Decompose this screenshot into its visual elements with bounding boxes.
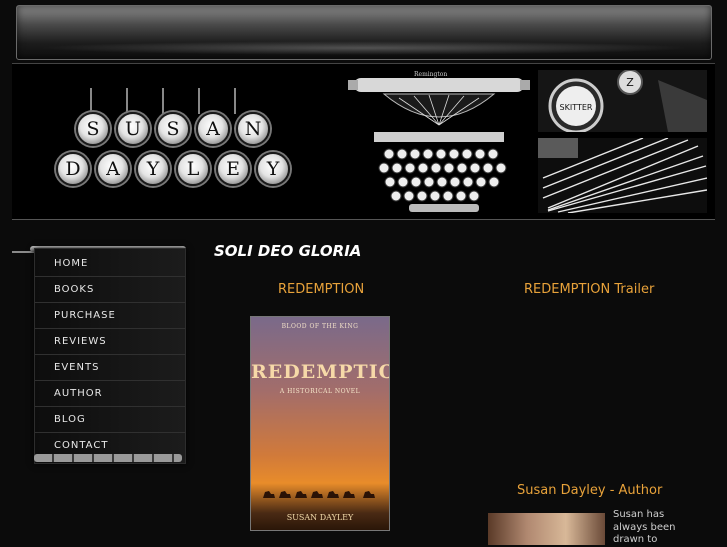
logo-key: Y <box>256 152 290 186</box>
book-cover-image[interactable]: BLOOD OF THE KING REDEMPTION A HISTORICA… <box>250 316 390 531</box>
author-photo <box>488 513 605 545</box>
header-banner: S U S A N D A Y L E Y Remington SKITTER … <box>12 63 715 220</box>
logo-last-name: D A Y L E Y <box>56 152 290 186</box>
logo-key: E <box>216 152 250 186</box>
nav-item-books[interactable]: BOOKS <box>35 277 185 303</box>
key-letter: Z <box>626 76 634 89</box>
logo-key: U <box>116 112 150 146</box>
typewriter-image: Remington <box>348 71 530 212</box>
camel-silhouettes <box>263 491 375 498</box>
top-bar <box>16 5 712 60</box>
typewriter-brand: Remington <box>414 71 447 78</box>
nav-item-purchase[interactable]: PURCHASE <box>35 303 185 329</box>
book-title: REDEMPTION <box>251 361 389 383</box>
logo-key: D <box>56 152 90 186</box>
site-logo[interactable]: S U S A N D A Y L E Y <box>56 84 296 214</box>
typebars-image <box>538 138 707 213</box>
book-top-line: BLOOD OF THE KING <box>281 323 359 330</box>
logo-key: S <box>76 112 110 146</box>
logo-key: S <box>156 112 190 146</box>
nav-item-home[interactable]: HOME <box>35 251 185 277</box>
key-label: SKITTER <box>560 103 593 112</box>
nav-item-events[interactable]: EVENTS <box>35 355 185 381</box>
logo-key: N <box>236 112 270 146</box>
nav-item-blog[interactable]: BLOG <box>35 407 185 433</box>
book-author: SUSAN DAYLEY <box>286 513 354 522</box>
book-subtitle: A HISTORICAL NOVEL <box>279 388 361 395</box>
page-title: SOLI DEO GLORIA <box>214 242 362 260</box>
typewriter-key-closeup-image: SKITTER Z <box>538 70 707 132</box>
trailer-heading: REDEMPTION Trailer <box>524 282 655 297</box>
logo-key: L <box>176 152 210 186</box>
redemption-heading: REDEMPTION <box>278 282 365 297</box>
nav-bottom-cap <box>34 454 182 462</box>
nav-item-author[interactable]: AUTHOR <box>35 381 185 407</box>
author-bio-text: Susan has always been drawn to <box>613 509 676 545</box>
logo-key: A <box>96 152 130 186</box>
author-heading: Susan Dayley - Author <box>517 483 663 498</box>
main-nav: HOME BOOKS PURCHASE REVIEWS EVENTS AUTHO… <box>34 248 186 464</box>
logo-key: Y <box>136 152 170 186</box>
logo-first-name: S U S A N <box>76 112 270 146</box>
nav-item-reviews[interactable]: REVIEWS <box>35 329 185 355</box>
logo-key: A <box>196 112 230 146</box>
